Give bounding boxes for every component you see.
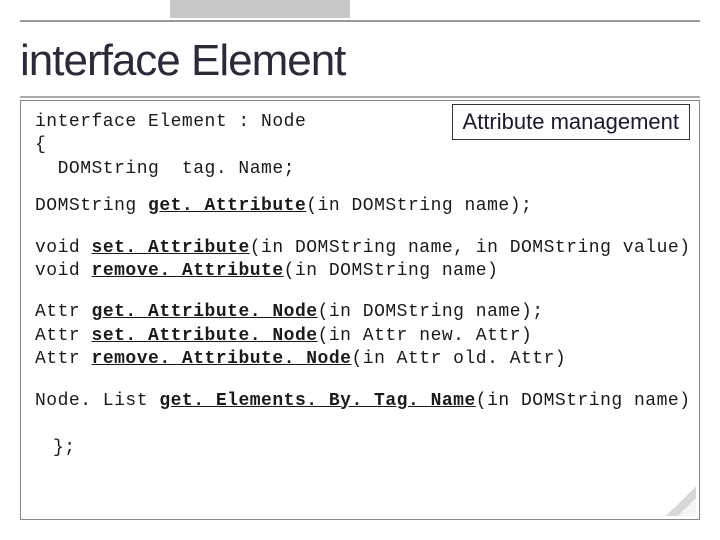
method-name: get. Attribute [148, 196, 306, 216]
code-text: (in Attr old. Attr) [351, 349, 566, 369]
code-text: (in DOMString name) [284, 261, 499, 281]
code-text: void [35, 238, 92, 258]
code-setrem-block: void set. Attribute(in DOMString name, i… [35, 237, 685, 284]
code-text: (in DOMString name); [318, 302, 544, 322]
code-line: DOMString tag. Name; [35, 158, 685, 181]
code-text: void [35, 261, 92, 281]
code-text: (in Attr new. Attr) [318, 326, 533, 346]
code-getelements-block: Node. List get. Elements. By. Tag. Name(… [35, 390, 685, 413]
code-text: DOMString [35, 196, 148, 216]
slide: interface Element interface Element : No… [0, 0, 720, 540]
code-text: Attr [35, 302, 92, 322]
code-text: (in DOMString name, in DOMString value) [250, 238, 691, 258]
code-line: Attr remove. Attribute. Node(in Attr old… [35, 348, 685, 371]
top-rule [0, 14, 720, 22]
code-text: (in DOMString name) [476, 391, 691, 411]
code-text: Node. List [35, 391, 159, 411]
method-name: get. Elements. By. Tag. Name [159, 391, 475, 411]
method-name: set. Attribute. Node [92, 326, 318, 346]
code-line: void set. Attribute(in DOMString name, i… [35, 237, 685, 260]
code-text: (in DOMString name); [306, 196, 532, 216]
content-box: interface Element : Node { DOMString tag… [20, 100, 700, 520]
code-line: Attr set. Attribute. Node(in Attr new. A… [35, 325, 685, 348]
code-close: }; [35, 437, 685, 460]
page-curl-icon [666, 486, 696, 516]
slide-title: interface Element [20, 36, 345, 86]
title-underline [20, 96, 700, 98]
top-grey-block [170, 0, 350, 18]
code-attrnode-block: Attr get. Attribute. Node(in DOMString n… [35, 301, 685, 371]
method-name: set. Attribute [92, 238, 250, 258]
code-text: Attr [35, 349, 92, 369]
method-name: remove. Attribute. Node [92, 349, 352, 369]
code-text: Attr [35, 326, 92, 346]
code-getattr-block: DOMString get. Attribute(in DOMString na… [35, 195, 685, 218]
code-line: Attr get. Attribute. Node(in DOMString n… [35, 301, 685, 324]
badge-attribute-management: Attribute management [452, 104, 690, 140]
method-name: get. Attribute. Node [92, 302, 318, 322]
method-name: remove. Attribute [92, 261, 284, 281]
code-line: void remove. Attribute(in DOMString name… [35, 260, 685, 283]
